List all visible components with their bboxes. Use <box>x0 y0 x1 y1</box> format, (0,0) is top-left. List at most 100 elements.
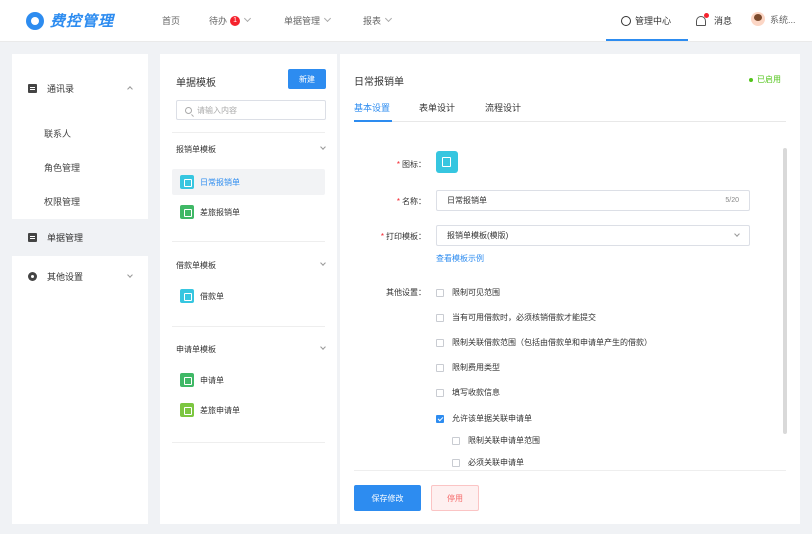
scrollbar[interactable] <box>783 148 787 434</box>
group-header-expense[interactable]: 报销单模板 <box>164 140 333 162</box>
sidebar-item-roles[interactable]: 角色管理 <box>12 150 148 184</box>
option-restrict-loan-scope[interactable]: 限制关联借款范围（包括由借款单和申请单产生的借款） <box>436 337 652 348</box>
tab-process-design[interactable]: 流程设计 <box>485 101 521 114</box>
print-template-select[interactable]: 报销单模板(模版) <box>436 225 750 246</box>
gear-icon <box>28 272 37 281</box>
suboption-restrict-application-scope[interactable]: 限制关联申请单范围 <box>452 435 540 446</box>
suboption-require-application[interactable]: 必须关联申请单 <box>452 457 524 468</box>
search-placeholder: 请输入内容 <box>197 105 237 115</box>
nav-docs[interactable]: 单据管理 <box>284 14 332 27</box>
option-label: 限制关联借款范围（包括由借款单和申请单产生的借款） <box>452 338 652 347</box>
checkbox[interactable] <box>436 363 444 372</box>
messages-button[interactable]: 消息 <box>696 12 733 27</box>
char-counter: 5/20 <box>725 197 739 204</box>
save-button[interactable]: 保存修改 <box>354 485 421 511</box>
checkbox[interactable] <box>452 436 460 445</box>
divider <box>172 132 325 133</box>
group-header-application[interactable]: 申请单模板 <box>164 340 333 362</box>
active-nav-indicator <box>606 39 688 41</box>
divider <box>172 326 325 327</box>
template-label: 差旅报销单 <box>200 207 240 217</box>
sidebar-item-contacts-people[interactable]: 联系人 <box>12 116 148 150</box>
template-list-panel: 单据模板 新建 请输入内容 报销单模板 日常报销单 差旅报销单 借款单模板 借款… <box>160 54 337 524</box>
template-item-travel-application[interactable]: 差旅申请单 <box>172 397 325 423</box>
status-dot <box>749 77 753 82</box>
checkbox[interactable] <box>436 388 444 397</box>
admin-center-button[interactable]: 管理中心 <box>621 14 671 27</box>
template-item-travel-expense[interactable]: 差旅报销单 <box>172 199 325 225</box>
admin-center-label: 管理中心 <box>635 16 672 26</box>
notification-dot <box>704 12 709 18</box>
tabs-divider <box>354 121 786 122</box>
checkbox[interactable] <box>436 313 444 322</box>
option-require-loan-writeoff[interactable]: 当有可用借款时，必须核销借款才能提交 <box>436 312 596 323</box>
messages-label: 消息 <box>714 16 733 26</box>
nav-home[interactable]: 首页 <box>162 14 180 27</box>
template-label: 申请单 <box>200 375 224 385</box>
user-menu[interactable]: 系统... <box>751 12 796 26</box>
template-item-application[interactable]: 申请单 <box>172 367 325 393</box>
chevron-down-icon <box>243 14 252 23</box>
tab-form-design[interactable]: 表单设计 <box>419 101 455 114</box>
option-label: 填写收款信息 <box>452 388 500 397</box>
sidebar-item-other-settings[interactable]: 其他设置 <box>12 258 148 295</box>
label-text: 名称： <box>402 197 426 206</box>
group-header-loan[interactable]: 借款单模板 <box>164 256 333 278</box>
travel-application-icon <box>180 403 194 417</box>
template-item-loan[interactable]: 借款单 <box>172 283 325 309</box>
checkbox[interactable] <box>436 338 444 347</box>
template-search-input[interactable]: 请输入内容 <box>176 100 326 120</box>
template-label: 日常报销单 <box>200 177 240 187</box>
chevron-down-icon <box>320 344 326 350</box>
sidebar-item-label: 其他设置 <box>47 272 84 282</box>
nav-reports[interactable]: 报表 <box>363 14 393 27</box>
template-icon-picker[interactable] <box>436 151 458 173</box>
checkbox[interactable] <box>452 458 460 467</box>
option-allow-link-application[interactable]: 允许该单据关联申请单 <box>436 413 532 424</box>
active-tab-indicator <box>354 120 392 122</box>
new-template-button[interactable]: 新建 <box>288 69 326 89</box>
expense-form-icon <box>180 175 194 189</box>
option-payee-info[interactable]: 填写收款信息 <box>436 387 500 398</box>
nav-todo[interactable]: 待办 1 <box>209 14 252 27</box>
sidebar-item-label: 角色管理 <box>44 162 81 173</box>
template-item-daily-expense[interactable]: 日常报销单 <box>172 169 325 195</box>
application-form-icon <box>180 373 194 387</box>
label-text: 图标： <box>402 160 426 169</box>
group-title: 报销单模板 <box>176 145 216 154</box>
page-title: 日常报销单 <box>354 77 404 88</box>
nav-reports-label: 报表 <box>363 16 382 26</box>
option-restrict-visibility[interactable]: 限制可见范围 <box>436 287 500 298</box>
divider <box>172 442 325 443</box>
disable-button[interactable]: 停用 <box>431 485 479 511</box>
view-template-example-link[interactable]: 查看模板示例 <box>436 253 484 264</box>
chevron-down-icon <box>323 14 332 23</box>
app-logo[interactable]: 费控管理 <box>26 10 114 31</box>
icon-field-label: * 图标： <box>396 160 426 169</box>
status-badge: 已启用 <box>749 74 781 85</box>
chevron-down-icon <box>127 272 133 278</box>
checkbox-checked[interactable] <box>436 414 444 423</box>
document-icon <box>28 233 37 242</box>
option-restrict-expense-type[interactable]: 限制费用类型 <box>436 362 500 373</box>
group-title: 借款单模板 <box>176 261 216 270</box>
nav-home-label: 首页 <box>162 16 181 26</box>
sidebar-item-label: 权限管理 <box>44 196 81 207</box>
tab-basic-settings[interactable]: 基本设置 <box>354 101 390 114</box>
sidebar-item-contacts[interactable]: 通讯录 <box>12 70 148 107</box>
sidebar: 通讯录 联系人 角色管理 权限管理 单据管理 其他设置 <box>12 54 148 524</box>
edit-form-icon <box>442 157 451 167</box>
name-value: 日常报销单 <box>447 196 487 205</box>
template-label: 差旅申请单 <box>200 405 240 415</box>
sidebar-item-doc-management[interactable]: 单据管理 <box>12 219 148 256</box>
sidebar-item-permissions[interactable]: 权限管理 <box>12 184 148 218</box>
template-label: 借款单 <box>200 291 224 301</box>
option-label: 限制关联申请单范围 <box>468 436 540 445</box>
checkbox[interactable] <box>436 288 444 297</box>
name-input[interactable]: 日常报销单 5/20 <box>436 190 750 211</box>
sidebar-item-label: 联系人 <box>44 128 72 139</box>
option-label: 当有可用借款时，必须核销借款才能提交 <box>452 313 596 322</box>
label-text: 打印模板： <box>386 232 426 241</box>
gear-icon <box>621 15 631 26</box>
chevron-down-icon <box>384 14 393 23</box>
